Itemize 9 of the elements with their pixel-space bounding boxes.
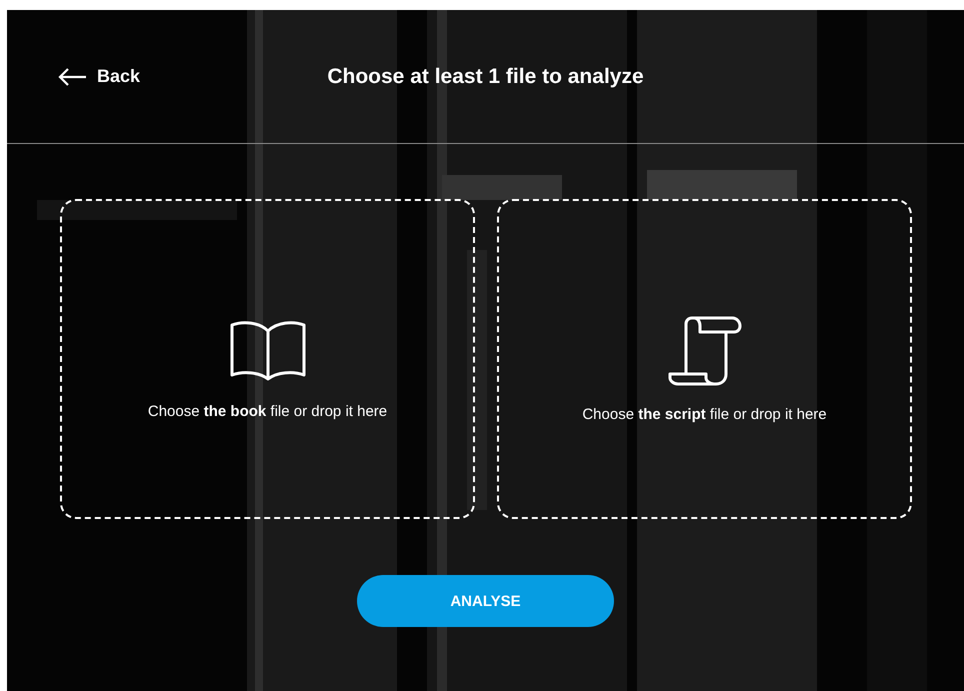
drop-instruction: Choose the book file or drop it here [148,402,388,420]
drop-instruction: Choose the script file or drop it here [582,406,827,422]
file-drop-zone[interactable]: Choose the script file or drop it here [497,199,912,519]
open-book-icon [228,318,306,382]
scroll-icon [668,316,742,386]
back-arrow-icon [57,66,87,86]
page-title: Choose at least 1 file to analyze [327,64,644,88]
file-drop-zone[interactable]: Choose the book file or drop it here [60,199,475,519]
back-link[interactable]: Back [57,66,140,87]
